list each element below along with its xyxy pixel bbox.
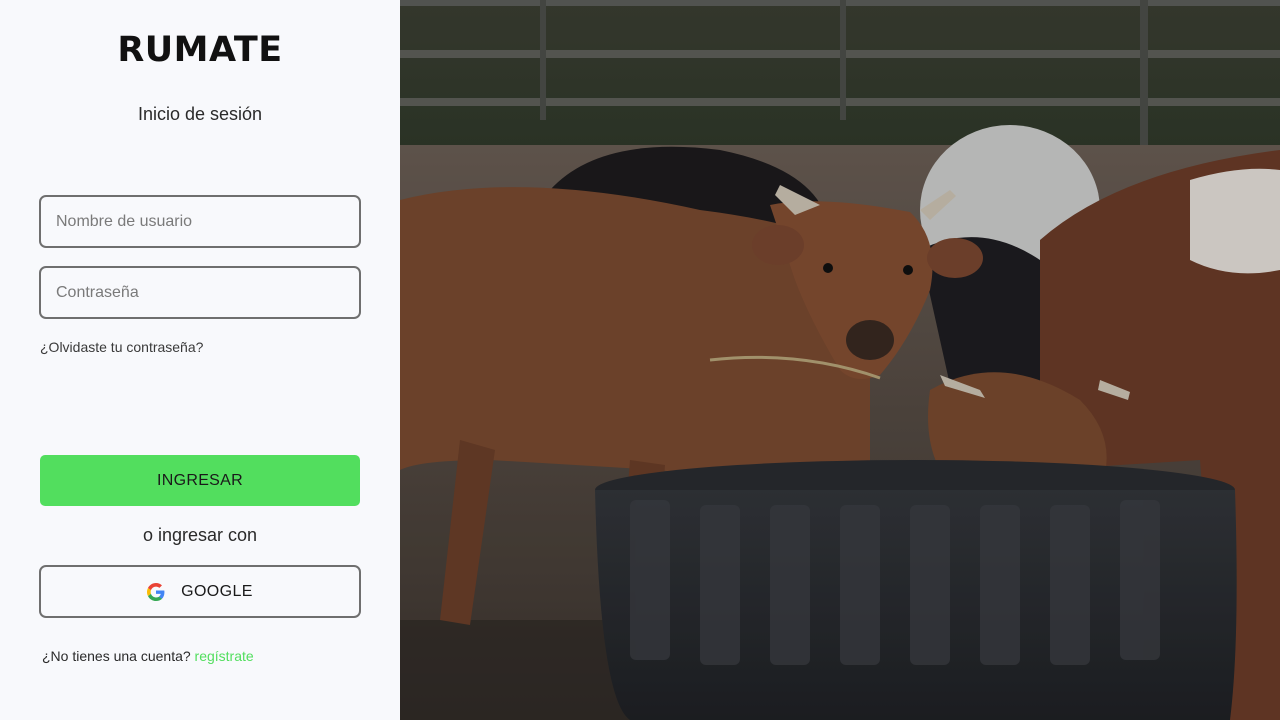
hero-image <box>400 0 1280 720</box>
cattle-feeding-illustration <box>400 0 1280 720</box>
login-panel: RUMATE Inicio de sesión ¿Olvidaste tu co… <box>0 0 400 720</box>
password-input[interactable] <box>39 266 361 319</box>
username-input[interactable] <box>39 195 361 248</box>
login-title: Inicio de sesión <box>137 104 263 124</box>
login-button[interactable]: INGRESAR <box>40 455 360 506</box>
google-login-button[interactable]: GOOGLE <box>39 565 361 618</box>
signup-row: ¿No tienes una cuenta? regístrate <box>42 648 254 664</box>
brand-logo: RUMATE <box>117 30 283 70</box>
signup-prompt: ¿No tienes una cuenta? <box>42 648 191 664</box>
google-icon <box>147 582 165 601</box>
alt-login-text: o ingresar con <box>142 525 258 545</box>
google-label: GOOGLE <box>181 582 253 600</box>
signup-link[interactable]: regístrate <box>195 648 254 664</box>
forgot-password-link[interactable]: ¿Olvidaste tu contraseña? <box>40 339 203 355</box>
